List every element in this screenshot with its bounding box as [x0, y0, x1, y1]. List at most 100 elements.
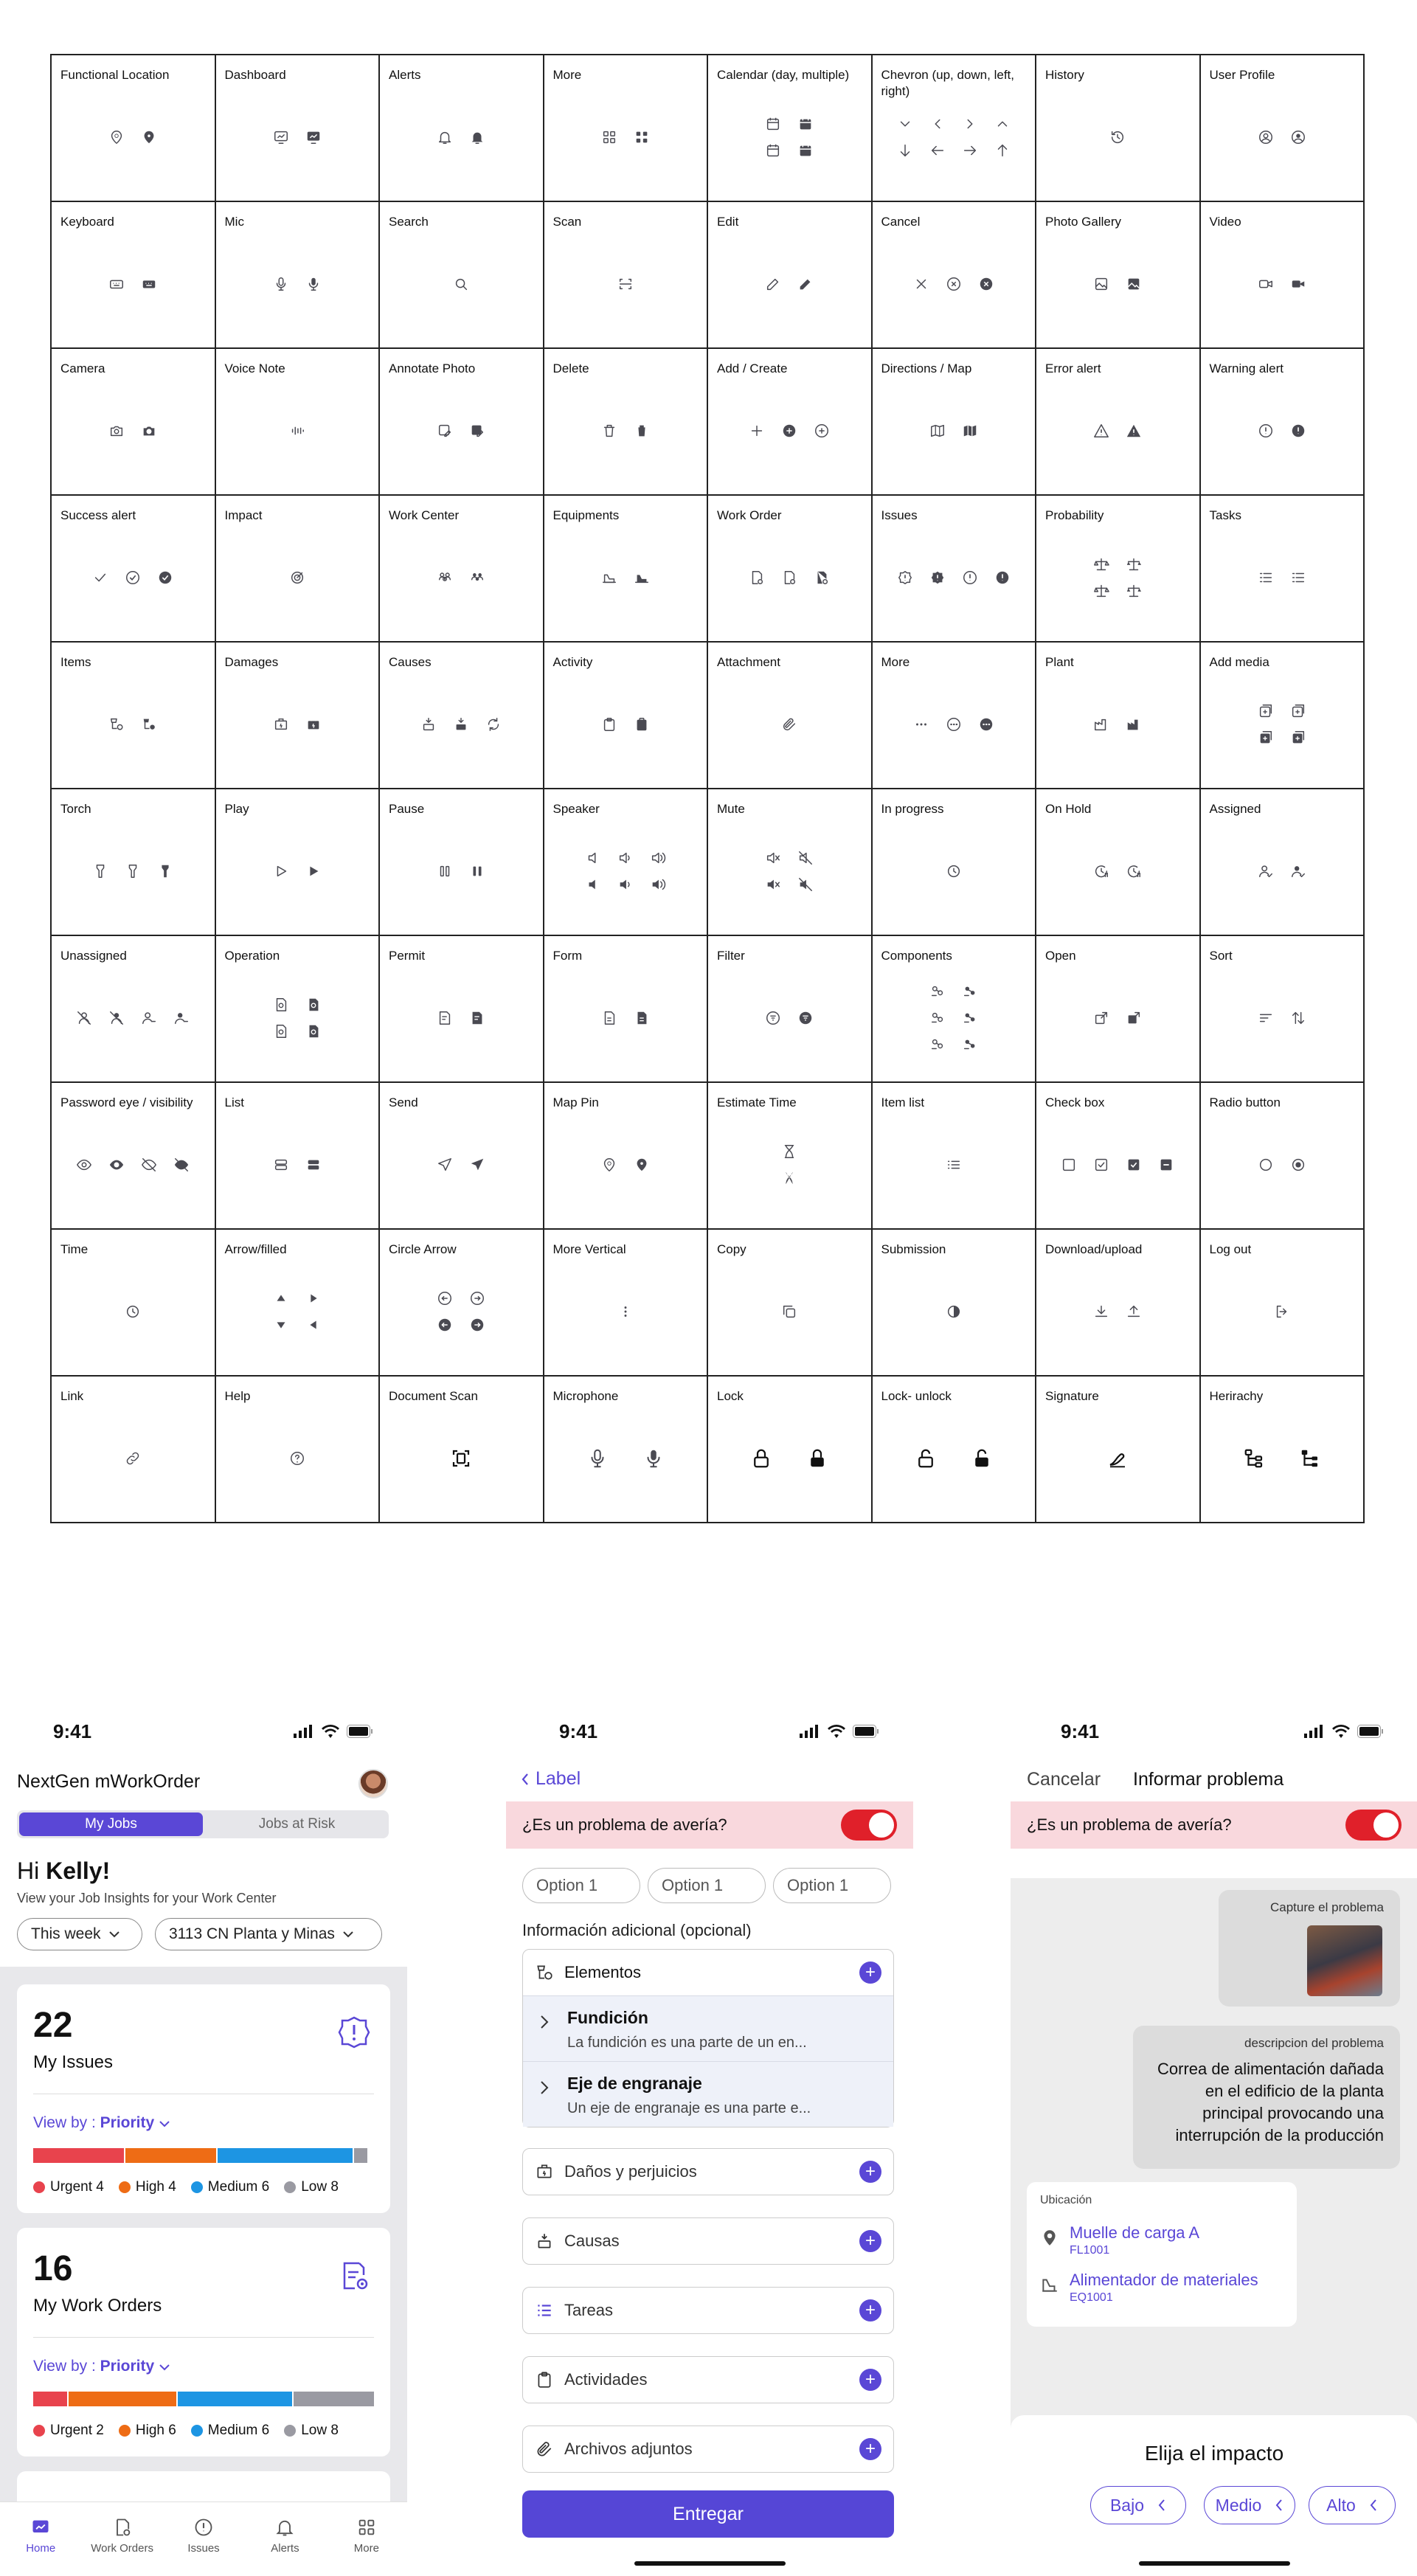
add-section-item-button[interactable]: + — [859, 2161, 881, 2183]
issues-card[interactable]: 22 My Issues View by : Priority Urgent 4… — [17, 1984, 390, 2213]
icon-cell-equipments: Equipments — [544, 496, 708, 643]
chevron-up-icon — [994, 116, 1011, 132]
location-row-equipment[interactable]: Alimentador de materiales EQ1001 — [1040, 2271, 1258, 2305]
segment-my-jobs[interactable]: My Jobs — [19, 1812, 203, 1836]
dashboard-outline-icon — [273, 129, 289, 145]
icon-cell-work-order: Work Order — [708, 496, 873, 643]
location-settings-filled-icon — [141, 129, 157, 145]
dashboard-filled-icon — [305, 129, 322, 145]
triangle-right-icon — [305, 1290, 322, 1306]
clipboard-filled-icon — [634, 716, 650, 733]
option-chip[interactable]: Option 1 — [773, 1868, 891, 1903]
icon-grid: Functional Location Dashboard Alerts More Ca… — [50, 54, 1365, 1523]
add-section-item-button[interactable]: + — [859, 2369, 881, 2391]
capture-bubble[interactable]: Capture el problema — [1219, 1890, 1400, 2007]
elementos-header[interactable]: Elementos + — [523, 1950, 893, 1995]
period-filter[interactable]: This week — [17, 1918, 142, 1950]
breakdown-toggle[interactable] — [841, 1810, 897, 1841]
captured-photo[interactable] — [1307, 1925, 1382, 1996]
icon-cell-sort: Sort — [1200, 936, 1365, 1083]
tab-alerts[interactable]: Alerts — [244, 2502, 325, 2576]
icon-cell-copy: Copy — [708, 1230, 873, 1377]
icon-cell-icons — [52, 55, 215, 201]
cause-outline-icon — [420, 716, 437, 733]
issue-circle-outline-icon — [962, 569, 978, 586]
legend-label: Medium 6 — [207, 2179, 270, 2195]
location-row-functional[interactable]: Muelle de carga A FL1001 — [1040, 2223, 1199, 2257]
user-name: Kelly! — [46, 1857, 111, 1884]
form-section-header[interactable]: Tareas + — [523, 2288, 893, 2333]
impact-option-bajo[interactable]: Bajo — [1090, 2486, 1186, 2524]
upload-icon — [1126, 1303, 1142, 1320]
tab-issues[interactable]: Issues — [163, 2502, 244, 2576]
video-filled-icon — [1290, 276, 1306, 292]
cancel-button[interactable]: Cancelar — [1027, 1769, 1101, 1790]
add-elemento-button[interactable]: + — [859, 1962, 881, 1984]
description-bubble[interactable]: descripcion del problema Correa de alime… — [1133, 2026, 1400, 2169]
impact-option-medio[interactable]: Medio — [1204, 2486, 1295, 2524]
people-outline-icon — [437, 569, 453, 586]
checkbox-checked-filled-icon — [1126, 1157, 1142, 1173]
equipment-code: EQ1001 — [1070, 2291, 1113, 2304]
add-media-filled-icon — [1258, 730, 1274, 746]
option-chip[interactable]: Option 1 — [522, 1868, 640, 1903]
tab-label: Alerts — [271, 2542, 299, 2555]
icon-cell-icons — [52, 936, 215, 1081]
checkbox-empty-icon — [1061, 1157, 1077, 1173]
signal-icon — [294, 1725, 312, 1738]
issues-title: My Issues — [33, 2052, 114, 2072]
chevron-right-icon — [962, 116, 978, 132]
location-card[interactable]: Ubicación Muelle de carga A FL1001 Alimen… — [1027, 2182, 1297, 2327]
home-chart-icon — [32, 2520, 49, 2532]
lock-outline-icon — [750, 1447, 772, 1469]
impact-option-alto[interactable]: Alto — [1309, 2486, 1396, 2524]
view-by-dropdown[interactable]: View by : Priority — [33, 2114, 170, 2132]
view-by-dropdown[interactable]: View by : Priority — [33, 2358, 170, 2375]
add-section-item-button[interactable]: + — [859, 2438, 881, 2460]
additional-info-label: Información adicional (opcional) — [522, 1921, 752, 1939]
icon-cell-icons — [1036, 496, 1199, 641]
add-section-item-button[interactable]: + — [859, 2230, 881, 2252]
component-filled-icon — [962, 983, 978, 1000]
icon-cell-icons — [873, 349, 1036, 494]
elemento-description: Un eje de engranaje es una parte e... — [567, 2100, 811, 2116]
tab-work-orders[interactable]: Work Orders — [81, 2502, 162, 2576]
work-center-filter[interactable]: 3113 CN Planta y Minas — [155, 1918, 382, 1950]
cause-icon — [538, 2234, 551, 2248]
option-chip[interactable]: Option 1 — [648, 1868, 766, 1903]
segment-jobs-at-risk[interactable]: Jobs at Risk — [205, 1810, 389, 1838]
icon-cell-icons — [1036, 55, 1199, 201]
submit-button[interactable]: Entregar — [522, 2490, 894, 2538]
form-section-header[interactable]: Actividades + — [523, 2357, 893, 2403]
legend-label: Urgent 4 — [50, 2179, 104, 2195]
user-unassigned-filled-icon — [173, 1010, 190, 1026]
form-section-header[interactable]: Causas + — [523, 2218, 893, 2264]
icon-cell-icons — [544, 1083, 707, 1228]
tab-more[interactable]: More — [326, 2502, 407, 2576]
speaker-high-outline-icon — [650, 850, 666, 866]
breakdown-toggle[interactable] — [1345, 1810, 1402, 1841]
x-circle-outline-icon — [946, 276, 962, 292]
work-orders-card[interactable]: 16 My Work Orders View by : Priority Urg… — [17, 2228, 390, 2456]
icon-cell-icons — [380, 55, 543, 201]
add-section-item-button[interactable]: + — [859, 2299, 881, 2321]
calendar-day-filled-icon — [797, 116, 814, 132]
elemento-item[interactable]: Fundición La fundición es una parte de un… — [523, 1995, 893, 2061]
back-button[interactable]: Label — [521, 1768, 581, 1790]
chevron-right-icon[interactable] — [539, 2080, 550, 2096]
icon-cell-filter: Filter — [708, 936, 873, 1083]
issue-circle-filled-icon — [994, 569, 1011, 586]
location-name: Muelle de carga A — [1070, 2223, 1200, 2242]
chevron-right-icon[interactable] — [539, 2014, 550, 2030]
form-section-header[interactable]: Daños y perjuicios + — [523, 2149, 893, 2195]
check-circle-outline-icon — [125, 569, 141, 586]
elemento-item[interactable]: Eje de engranaje Un eje de engranaje es u… — [523, 2061, 893, 2127]
breakdown-question: ¿Es un problema de avería? — [1027, 1815, 1232, 1834]
legend-label: Low 8 — [301, 2179, 339, 2195]
user-circle-filled-icon — [1290, 129, 1306, 145]
form-section-header[interactable]: Archivos adjuntos + — [523, 2426, 893, 2472]
mic-filled-icon — [305, 276, 322, 292]
icon-cell-icons — [873, 496, 1036, 641]
avatar[interactable] — [358, 1769, 388, 1798]
tab-home[interactable]: Home — [0, 2502, 81, 2576]
